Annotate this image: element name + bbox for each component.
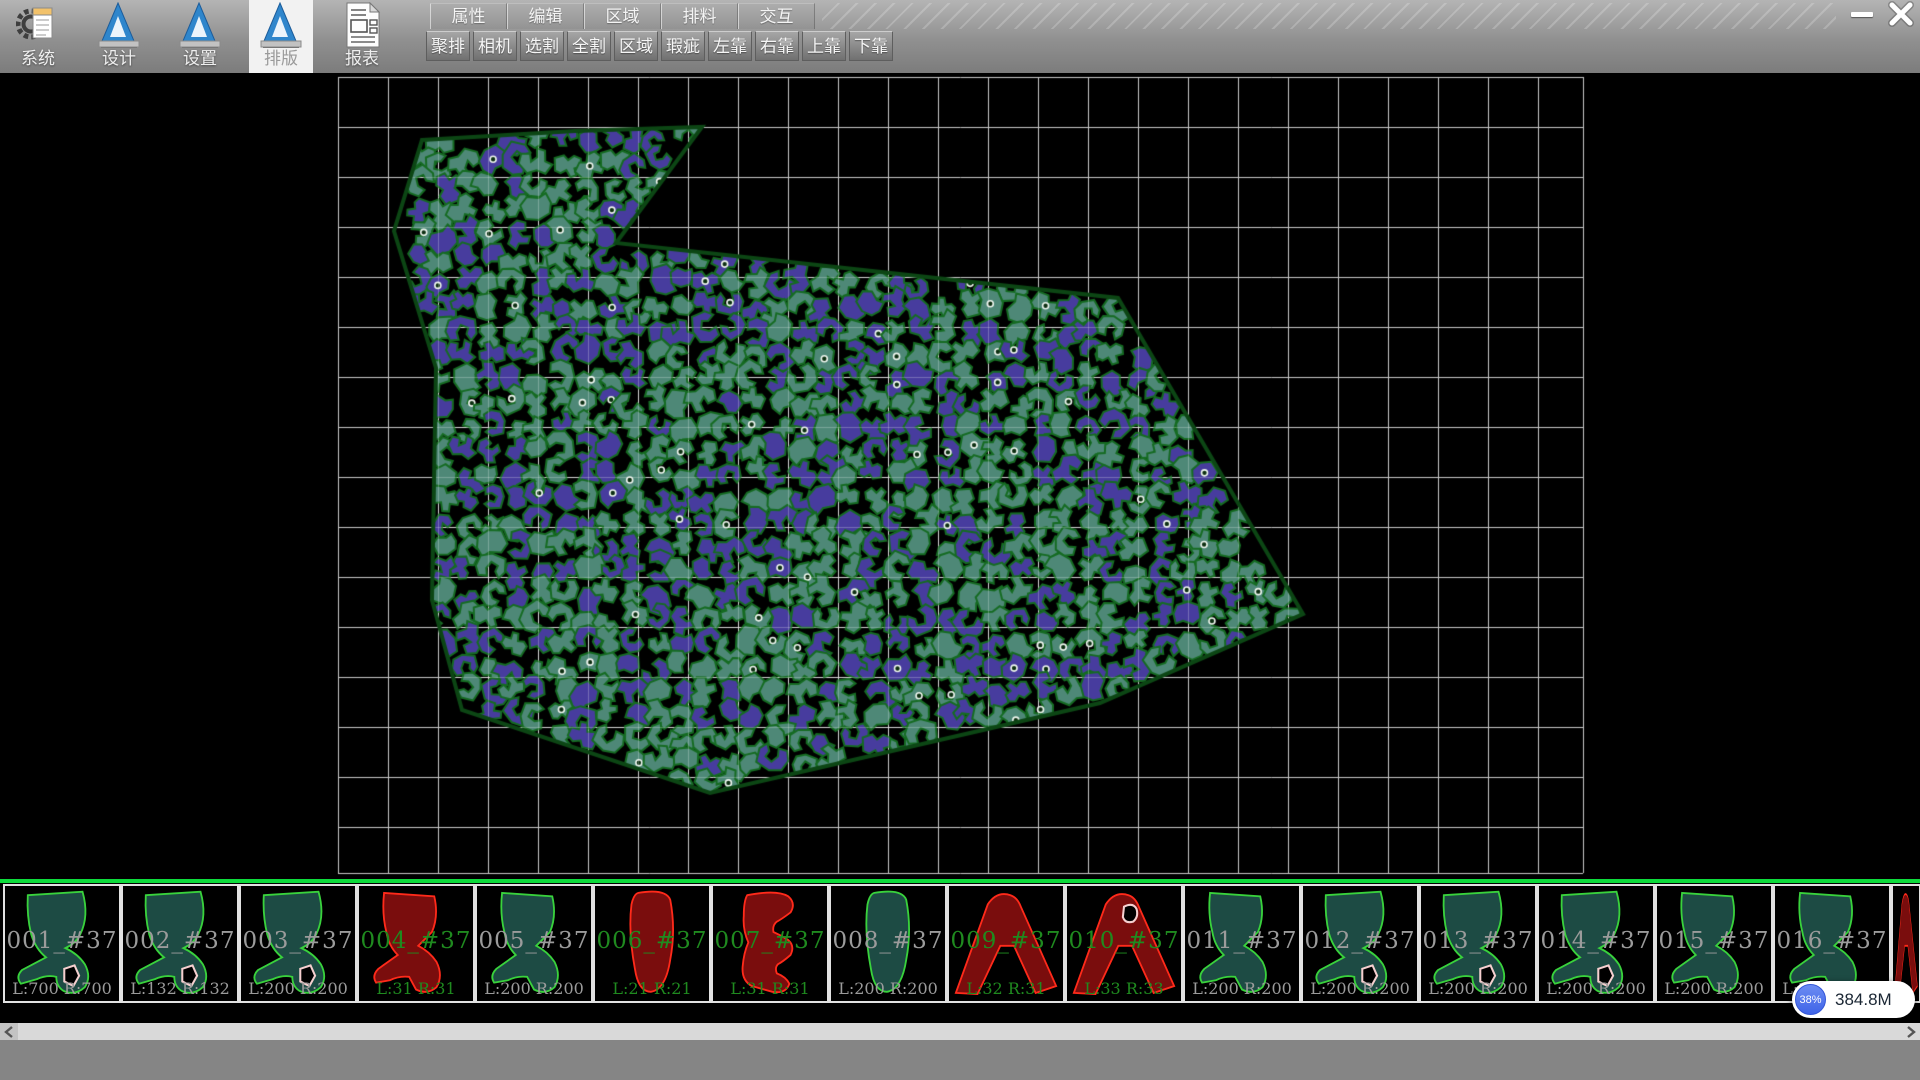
piece-lr-count: L:700 R:700 — [5, 979, 119, 998]
piece-thumbnail-13[interactable]: 013_#37 L:200 R:200 — [1419, 884, 1537, 1003]
window-controls — [1848, 0, 1918, 28]
piece-label: 012_#37 — [1303, 928, 1417, 954]
main-button-design[interactable]: 设计 — [87, 0, 151, 73]
main-button-label: 设计 — [102, 48, 136, 70]
piece-label: 001_#37 — [5, 928, 119, 954]
piece-thumbnail-1[interactable]: 001_#37 L:700 R:700 — [3, 884, 121, 1003]
piece-thumbnail-6[interactable]: 006_#37 L:21 R:21 — [593, 884, 711, 1003]
tool-button-4[interactable]: 全割 — [567, 31, 611, 61]
app-window: 系统 设计 设置 排版 报表 属性编辑区域排料交互 聚排相机选割全割区域瑕疵左靠… — [0, 0, 1920, 1080]
gear-doc-icon — [16, 2, 60, 48]
menu-tab-row: 属性编辑区域排料交互 — [430, 3, 815, 29]
piece-thumbnail-4[interactable]: 004_#37 L:31 R:31 — [357, 884, 475, 1003]
piece-label: 009_#37 — [949, 928, 1063, 954]
piece-thumbnail-10[interactable]: 010_#37 L:33 R:33 — [1065, 884, 1183, 1003]
piece-label: 016_#37 — [1775, 928, 1889, 954]
piece-lr-count: L:200 R:200 — [1303, 979, 1417, 998]
piece-thumbnail-12[interactable]: 012_#37 L:200 R:200 — [1301, 884, 1419, 1003]
piece-lr-count: L:21 R:21 — [595, 979, 709, 998]
piece-label: 007_#37 — [713, 928, 827, 954]
piece-label: 008_#37 — [831, 928, 945, 954]
piece-lr-count: L:200 R:200 — [1657, 979, 1771, 998]
set-square-icon — [178, 2, 222, 48]
piece-lr-count: L:132 R:132 — [123, 979, 237, 998]
tool-button-2[interactable]: 相机 — [473, 31, 517, 61]
report-doc-icon — [340, 2, 384, 48]
percent-indicator: 38% — [1795, 984, 1826, 1015]
piece-lr-count: L:200 R:200 — [1185, 979, 1299, 998]
piece-label: 013_#37 — [1421, 928, 1535, 954]
tool-button-9[interactable]: 上靠 — [802, 31, 846, 61]
set-square-icon — [259, 2, 303, 48]
scroll-left-button[interactable] — [0, 1023, 18, 1040]
memory-value: 384.8M — [1835, 990, 1892, 1010]
piece-label: 014_#37 — [1539, 928, 1653, 954]
menu-tab-1[interactable]: 属性 — [430, 3, 507, 29]
tool-button-8[interactable]: 右靠 — [755, 31, 799, 61]
piece-thumbnail-5[interactable]: 005_#37 L:200 R:200 — [475, 884, 593, 1003]
toolbar: 系统 设计 设置 排版 报表 属性编辑区域排料交互 聚排相机选割全割区域瑕疵左靠… — [0, 0, 1920, 75]
piece-lr-count: L:200 R:200 — [1539, 979, 1653, 998]
menu-tab-2[interactable]: 编辑 — [507, 3, 584, 29]
piece-label: 015_#37 — [1657, 928, 1771, 954]
piece-label: 004_#37 — [359, 928, 473, 954]
piece-lr-count: L:31 R:31 — [359, 979, 473, 998]
minimize-icon — [1851, 12, 1873, 17]
main-button-system[interactable]: 系统 — [6, 0, 70, 73]
piece-thumbnail-3[interactable]: 003_#37 L:200 R:200 — [239, 884, 357, 1003]
main-button-label: 排版 — [264, 48, 298, 70]
main-button-report[interactable]: 报表 — [330, 0, 394, 73]
tool-button-7[interactable]: 左靠 — [708, 31, 752, 61]
piece-label: 006_#37 — [595, 928, 709, 954]
tool-button-3[interactable]: 选割 — [520, 31, 564, 61]
chevron-right-icon — [1906, 1026, 1916, 1038]
menu-tab-5[interactable]: 交互 — [738, 3, 815, 29]
scroll-right-button[interactable] — [1902, 1023, 1920, 1040]
piece-thumbnail-14[interactable]: 014_#37 L:200 R:200 — [1537, 884, 1655, 1003]
tool-button-1[interactable]: 聚排 — [426, 31, 470, 61]
main-button-label: 报表 — [345, 48, 379, 70]
piece-lr-count: L:200 R:200 — [831, 979, 945, 998]
nesting-canvas[interactable] — [0, 73, 1920, 879]
piece-thumbnail-8[interactable]: 008_#37 L:200 R:200 — [829, 884, 947, 1003]
chevron-left-icon — [4, 1026, 14, 1038]
close-icon — [1886, 1, 1916, 27]
piece-thumbnail-15[interactable]: 015_#37 L:200 R:200 — [1655, 884, 1773, 1003]
piece-lr-count: L:31 R:31 — [713, 979, 827, 998]
titlebar-hatch-decoration — [822, 3, 1836, 29]
main-button-label: 设置 — [183, 48, 217, 70]
close-button[interactable] — [1884, 0, 1918, 28]
piece-lr-count: L:200 R:200 — [477, 979, 591, 998]
memory-status-badge: 38% 384.8M — [1792, 981, 1915, 1018]
piece-thumbnail-11[interactable]: 011_#37 L:200 R:200 — [1183, 884, 1301, 1003]
main-button-group: 系统 设计 设置 排版 报表 — [6, 0, 394, 73]
piece-label: 011_#37 — [1185, 928, 1299, 954]
piece-label: 010_#37 — [1067, 928, 1181, 954]
main-button-settings[interactable]: 设置 — [168, 0, 232, 73]
piece-thumbnail-2[interactable]: 002_#37 L:132 R:132 — [121, 884, 239, 1003]
menu-tab-4[interactable]: 排料 — [661, 3, 738, 29]
piece-lr-count: L:200 R:200 — [1421, 979, 1535, 998]
piece-lr-count: L:33 R:33 — [1067, 979, 1181, 998]
tool-button-10[interactable]: 下靠 — [849, 31, 893, 61]
main-button-layout[interactable]: 排版 — [249, 0, 313, 73]
set-square-icon — [97, 2, 141, 48]
minimize-button[interactable] — [1848, 2, 1876, 26]
piece-thumbnail-9[interactable]: 009_#37 L:32 R:31 — [947, 884, 1065, 1003]
main-button-label: 系统 — [21, 48, 55, 70]
piece-label: 005_#37 — [477, 928, 591, 954]
menu-tab-3[interactable]: 区域 — [584, 3, 661, 29]
horizontal-scrollbar[interactable] — [0, 1023, 1920, 1040]
tool-button-6[interactable]: 瑕疵 — [661, 31, 705, 61]
piece-label: 002_#37 — [123, 928, 237, 954]
piece-lr-count: L:200 R:200 — [241, 979, 355, 998]
piece-lr-count: L:32 R:31 — [949, 979, 1063, 998]
piece-thumbnail-7[interactable]: 007_#37 L:31 R:31 — [711, 884, 829, 1003]
bottom-filler-bar — [0, 1040, 1920, 1080]
strip-top-line — [0, 879, 1920, 883]
tool-button-row: 聚排相机选割全割区域瑕疵左靠右靠上靠下靠 — [426, 31, 893, 61]
piece-thumbnail-strip: 001_#37 L:700 R:700 002_#37 L:132 R:132 … — [3, 884, 1920, 1003]
piece-label: 003_#37 — [241, 928, 355, 954]
tool-button-5[interactable]: 区域 — [614, 31, 658, 61]
